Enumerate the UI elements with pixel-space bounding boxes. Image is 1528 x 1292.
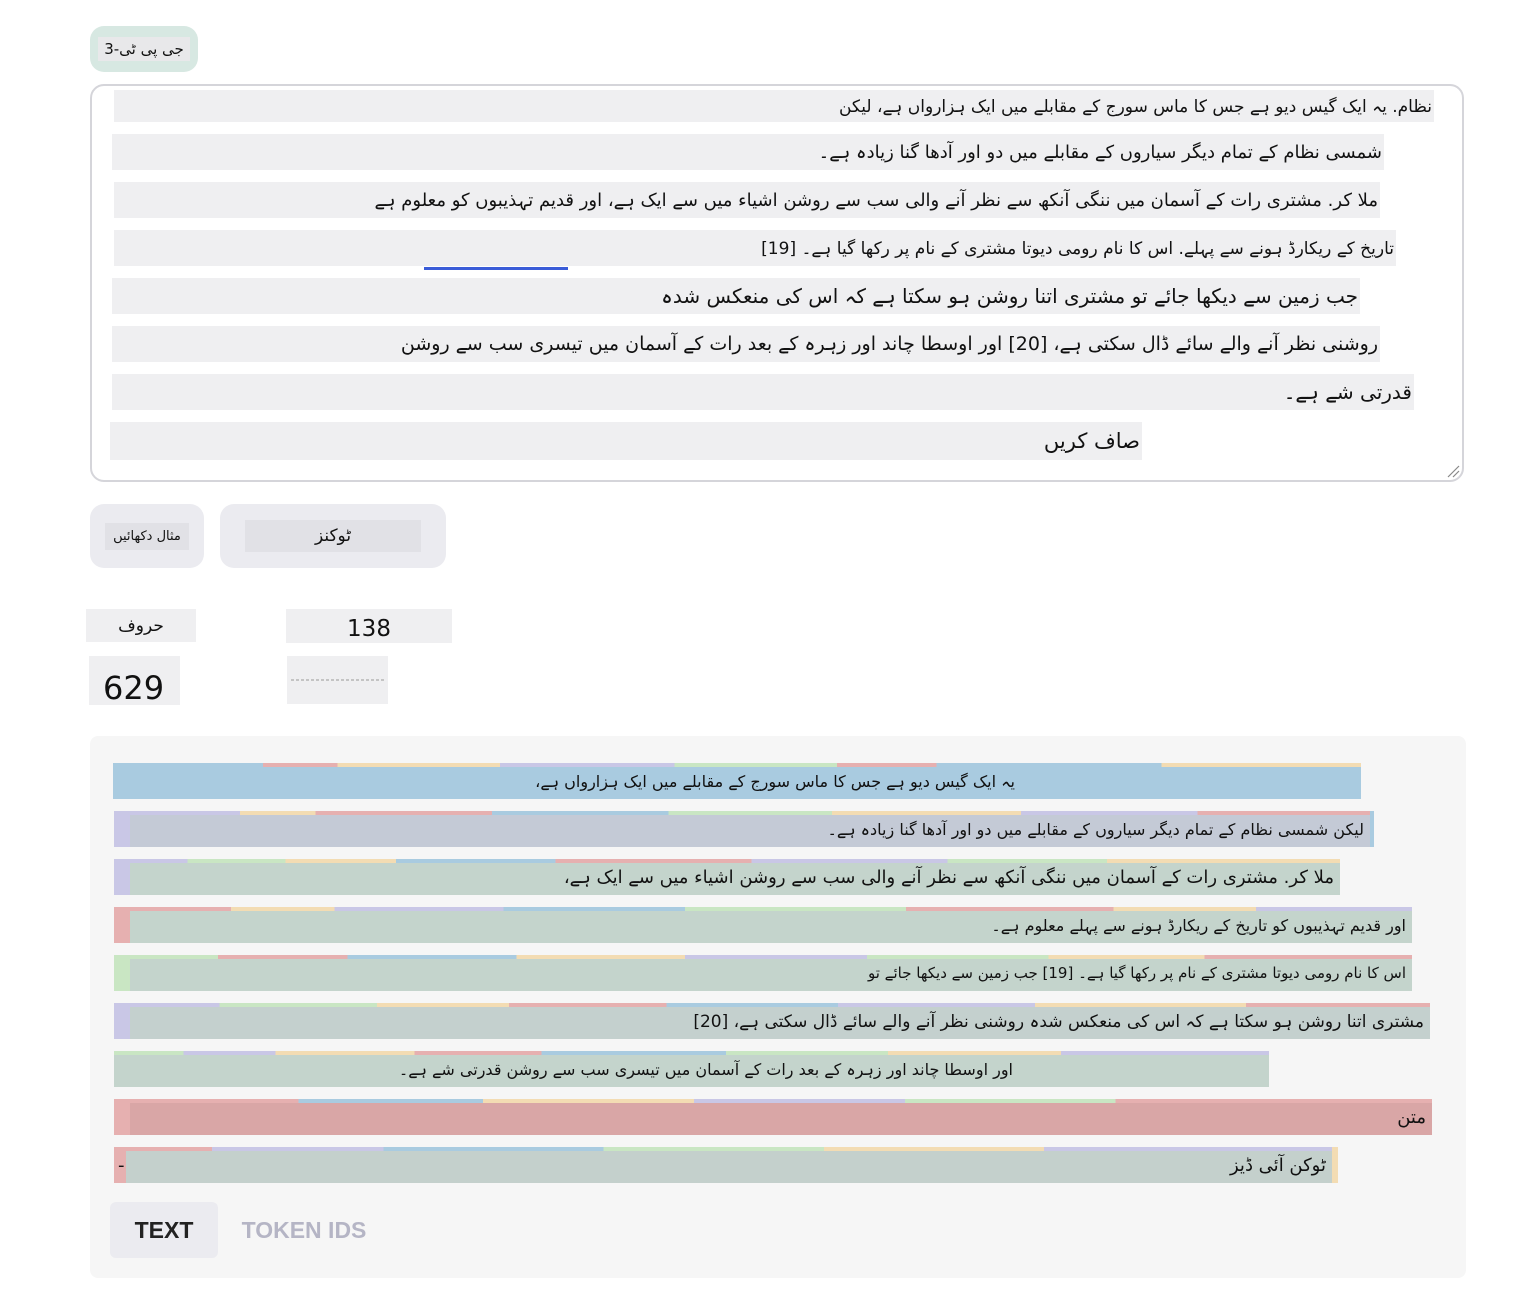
- input-line: نظام. یہ ایک گیس دیو ہے جس کا ماس سورج ک…: [114, 90, 1434, 122]
- token-row-text: اس کا نام رومی دیوتا مشتری کے نام پر رکھ…: [867, 964, 1406, 982]
- tab-token-ids[interactable]: TOKEN IDS: [236, 1202, 372, 1258]
- input-line: جب زمین سے دیکھا جائے تو مشتری اتنا روشن…: [112, 278, 1360, 314]
- token-row-text: یہ ایک گیس دیو ہے جس کا ماس سورج کے مقاب…: [535, 771, 1015, 791]
- characters-count: 629: [89, 656, 180, 707]
- tokens-button[interactable]: ٹوکنز: [220, 504, 446, 568]
- tab-text[interactable]: TEXT: [110, 1202, 218, 1258]
- token-dash: -: [118, 1154, 125, 1176]
- input-textarea[interactable]: نظام. یہ ایک گیس دیو ہے جس کا ماس سورج ک…: [90, 84, 1464, 482]
- token-row-text: اور قدیم تہذیبوں کو تاریخ کے ریکارڈ ہونے…: [991, 915, 1406, 935]
- tokens-button-label: ٹوکنز: [244, 520, 422, 552]
- input-line: ملا کر. مشتری رات کے آسمان میں ننگی آنکھ…: [114, 182, 1380, 218]
- input-line: قدرتی شے ہے۔: [112, 374, 1414, 410]
- show-example-label: مثال دکھائیں: [105, 522, 189, 550]
- token-row: اس کا نام رومی دیوتا مشتری کے نام پر رکھ…: [114, 955, 1412, 991]
- token-row: متن: [114, 1099, 1432, 1135]
- token-row-text: مشتری اتنا روشن ہو سکتا ہے کہ اس کی منعک…: [693, 1011, 1424, 1032]
- token-row: اور اوسطا چاند اور زہرہ کے بعد رات کے آس…: [114, 1051, 1269, 1087]
- token-row: یہ ایک گیس دیو ہے جس کا ماس سورج کے مقاب…: [113, 763, 1361, 799]
- tokens-count: 138: [286, 609, 452, 643]
- token-row-text: ٹوکن آئی ڈیز: [1230, 1154, 1326, 1176]
- token-fill: [1332, 1147, 1338, 1183]
- input-line: تاریخ کے ریکارڈ ہونے سے پہلے. اس کا نام …: [114, 230, 1396, 266]
- characters-label: حروف: [86, 609, 196, 642]
- clear-button[interactable]: صاف کریں: [110, 422, 1142, 460]
- token-fill: [1370, 811, 1374, 847]
- token-row: اور قدیم تہذیبوں کو تاریخ کے ریکارڈ ہونے…: [114, 907, 1412, 943]
- token-output-panel: یہ ایک گیس دیو ہے جس کا ماس سورج کے مقاب…: [90, 736, 1466, 1278]
- token-row: ملا کر. مشتری رات کے آسمان میں ننگی آنکھ…: [114, 859, 1340, 895]
- token-row-text: اور اوسطا چاند اور زہرہ کے بعد رات کے آس…: [398, 1059, 1013, 1079]
- resize-handle-icon[interactable]: [1446, 464, 1460, 478]
- model-selector-label: جی پی ٹی-3: [98, 37, 190, 61]
- token-row-text: متن: [1397, 1106, 1426, 1128]
- token-row: مشتری اتنا روشن ہو سکتا ہے کہ اس کی منعک…: [114, 1003, 1430, 1039]
- model-selector[interactable]: جی پی ٹی-3: [90, 26, 198, 72]
- token-row-text: لیکن شمسی نظام کے تمام دیگر سیاروں کے مق…: [827, 819, 1364, 839]
- token-row-text: ملا کر. مشتری رات کے آسمان میں ننگی آنکھ…: [563, 866, 1334, 888]
- input-line: شمسی نظام کے تمام دیگر سیاروں کے مقابلے …: [112, 134, 1384, 170]
- token-row: ٹوکن آئی ڈیز -: [114, 1147, 1338, 1183]
- show-example-button[interactable]: مثال دکھائیں: [90, 504, 204, 568]
- link-underline: [424, 267, 568, 270]
- tokens-thumbnail-icon: [290, 679, 385, 681]
- tokens-thumbnail: [287, 656, 388, 704]
- input-line: روشنی نظر آنے والے سائے ڈال سکتی ہے، [20…: [112, 326, 1380, 362]
- token-row: لیکن شمسی نظام کے تمام دیگر سیاروں کے مق…: [114, 811, 1374, 847]
